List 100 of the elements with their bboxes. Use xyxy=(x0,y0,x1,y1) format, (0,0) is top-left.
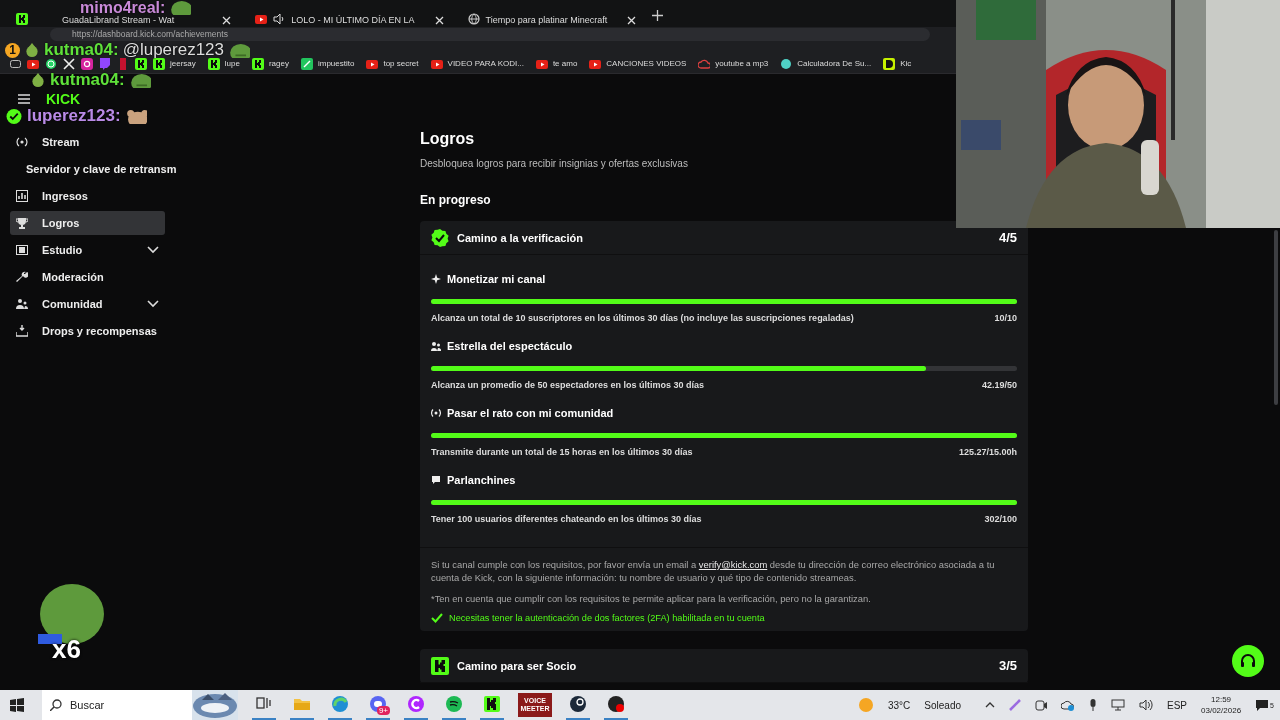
task-title: Estrella del espectáculo xyxy=(447,340,573,352)
chat-bubble-icon[interactable] xyxy=(45,57,57,70)
bookmark[interactable]: ragey xyxy=(251,57,295,70)
sidebar-item[interactable]: Ingresos xyxy=(10,184,165,208)
verified-badge-icon xyxy=(431,228,449,247)
chat-bubble-icon xyxy=(431,475,441,485)
bookmark[interactable]: Kic xyxy=(883,57,918,70)
cloud-icon[interactable] xyxy=(1061,699,1076,711)
task-title: Monetizar mi canal xyxy=(447,273,546,285)
bookmark[interactable]: lupe xyxy=(207,57,246,70)
chat-username: kutma04: xyxy=(44,42,119,58)
close-icon[interactable] xyxy=(222,16,232,25)
search-icon xyxy=(50,699,62,711)
steam-icon xyxy=(569,695,587,713)
youtube-icon[interactable] xyxy=(27,57,39,70)
people-icon xyxy=(431,341,441,351)
address-bar[interactable]: https://dashboard.kick.com/achievements xyxy=(50,28,930,41)
scrollbar-thumb[interactable] xyxy=(1274,230,1278,405)
progress-count: 3/5 xyxy=(998,658,1017,673)
sidebar-item[interactable]: Estudio xyxy=(10,238,165,262)
bookmark-icon[interactable] xyxy=(117,57,129,70)
disclaimer-text: *Ten en cuenta que cumplir con los requisitos te permite aplicar para la verificación, pero no la garantizan. xyxy=(431,592,872,605)
new-tab-icon[interactable] xyxy=(652,10,664,21)
sidebar-item[interactable]: Stream xyxy=(10,130,165,154)
kick-icon xyxy=(483,695,501,713)
sidebar-item[interactable]: Servidor y clave de retransm xyxy=(10,157,183,181)
windows-start-icon[interactable] xyxy=(10,698,24,712)
close-icon[interactable] xyxy=(627,16,637,25)
emote-icon xyxy=(124,108,147,124)
clock-date[interactable]: 03/02/2026 xyxy=(1201,705,1242,716)
progress-reading: 42.19/50 xyxy=(981,380,1017,390)
spreadsheet-icon xyxy=(300,57,313,70)
card-title: Camino a la verificación xyxy=(457,231,584,244)
sidebar-item[interactable]: Comunidad xyxy=(10,292,165,316)
drops-icon xyxy=(16,325,28,337)
close-icon[interactable] xyxy=(434,16,444,25)
progress-reading: 302/100 xyxy=(984,514,1017,524)
letter-c-icon xyxy=(407,695,425,713)
x-icon[interactable] xyxy=(63,57,75,70)
bookmark[interactable]: top secret xyxy=(366,57,425,70)
browser-tab[interactable]: LOLO - MI ÚLTIMO DÍA EN LA xyxy=(247,15,452,25)
bookmark[interactable]: Calculadora De Su... xyxy=(780,57,878,70)
emote-icon xyxy=(169,0,192,15)
chat-username: luperez123: xyxy=(27,108,121,124)
clock-time[interactable]: 12:59 xyxy=(1211,694,1232,705)
taskbar-app[interactable]: 9+ xyxy=(366,690,390,720)
camera-icon[interactable] xyxy=(1035,699,1048,711)
bookmark[interactable]: jeersay xyxy=(153,57,202,70)
tablet-icon[interactable] xyxy=(10,59,21,68)
kick-icon xyxy=(207,57,220,70)
network-icon[interactable] xyxy=(1111,699,1126,711)
weather-label[interactable]: Soleado xyxy=(924,699,962,711)
bookmark[interactable]: te amo xyxy=(535,57,584,70)
chat-username: kutma04: xyxy=(50,72,125,88)
task-description: Transmite durante un total de 15 horas en los últimos 30 días xyxy=(431,447,693,457)
cloud-icon xyxy=(698,57,711,70)
wrench-icon xyxy=(16,271,28,283)
microphone-icon[interactable] xyxy=(1089,699,1098,711)
record-icon xyxy=(607,695,625,713)
emote-icon xyxy=(30,72,46,88)
progress-count: 4/5 xyxy=(998,230,1017,245)
progress-reading: 125.27/15.00h xyxy=(958,447,1017,457)
volume-icon[interactable] xyxy=(1139,699,1154,711)
info-paragraph: Si tu canal cumple con los requisitos, por favor envía un email a verify@kick.com desde tu dirección de correo electrónico asociada a tu cuenta de Kick, con la siguiente información: tu nombre de usuario y qué tipo de contenido streameas. xyxy=(431,558,996,584)
youtube-icon xyxy=(366,57,379,70)
pen-icon[interactable] xyxy=(1009,699,1022,711)
bookmark[interactable]: CANCIONES VIDEOS xyxy=(589,57,693,70)
task-description: Alcanza un promedio de 50 espectadores en los últimos 30 días xyxy=(431,380,705,390)
globe-icon xyxy=(467,13,480,25)
email-link[interactable]: verify@kick.com xyxy=(698,559,768,570)
combo-count: x6 xyxy=(52,634,81,665)
language-indicator[interactable]: ESP xyxy=(1167,699,1188,711)
support-button[interactable] xyxy=(1232,645,1264,677)
task-description: Alcanza un total de 10 suscriptores en los últimos 30 días (no incluye las suscripciones regaladas) xyxy=(431,313,854,323)
browser-tab[interactable]: Tiempo para platinar Minecraft xyxy=(459,15,645,25)
page-subtitle: Desbloquea logros para recibir insignias y ofertas exclusivas xyxy=(420,158,689,169)
people-icon xyxy=(16,298,28,310)
progress-reading: 10/10 xyxy=(994,313,1017,323)
bookmark[interactable]: VIDEO PARA KODI... xyxy=(430,57,530,70)
sidebar-item[interactable]: Moderación xyxy=(10,265,165,289)
kick-icon xyxy=(153,57,165,70)
kick-logo-icon xyxy=(431,656,449,675)
section-heading: En progreso xyxy=(420,193,492,207)
bookmark[interactable]: impuestito xyxy=(300,57,361,70)
emote-icon xyxy=(128,72,151,88)
speaker-icon[interactable] xyxy=(273,13,286,25)
chevron-up-icon[interactable] xyxy=(985,702,996,708)
sidebar-item[interactable]: Drops y recompensas xyxy=(10,319,165,343)
emote-icon xyxy=(24,42,40,58)
page-title: Logros xyxy=(420,130,476,148)
camera-icon[interactable] xyxy=(81,57,93,70)
speech-icon[interactable] xyxy=(99,57,111,70)
menu-icon[interactable] xyxy=(18,94,30,104)
message-icon xyxy=(1255,699,1270,711)
sidebar-item[interactable]: Logros xyxy=(10,211,165,235)
bookmark[interactable]: youtube a mp3 xyxy=(698,57,775,70)
emote-icon xyxy=(228,42,251,58)
temperature[interactable]: 33°C xyxy=(888,699,911,711)
kick-icon[interactable] xyxy=(135,57,147,70)
card-title: Camino para ser Socio xyxy=(457,659,578,672)
